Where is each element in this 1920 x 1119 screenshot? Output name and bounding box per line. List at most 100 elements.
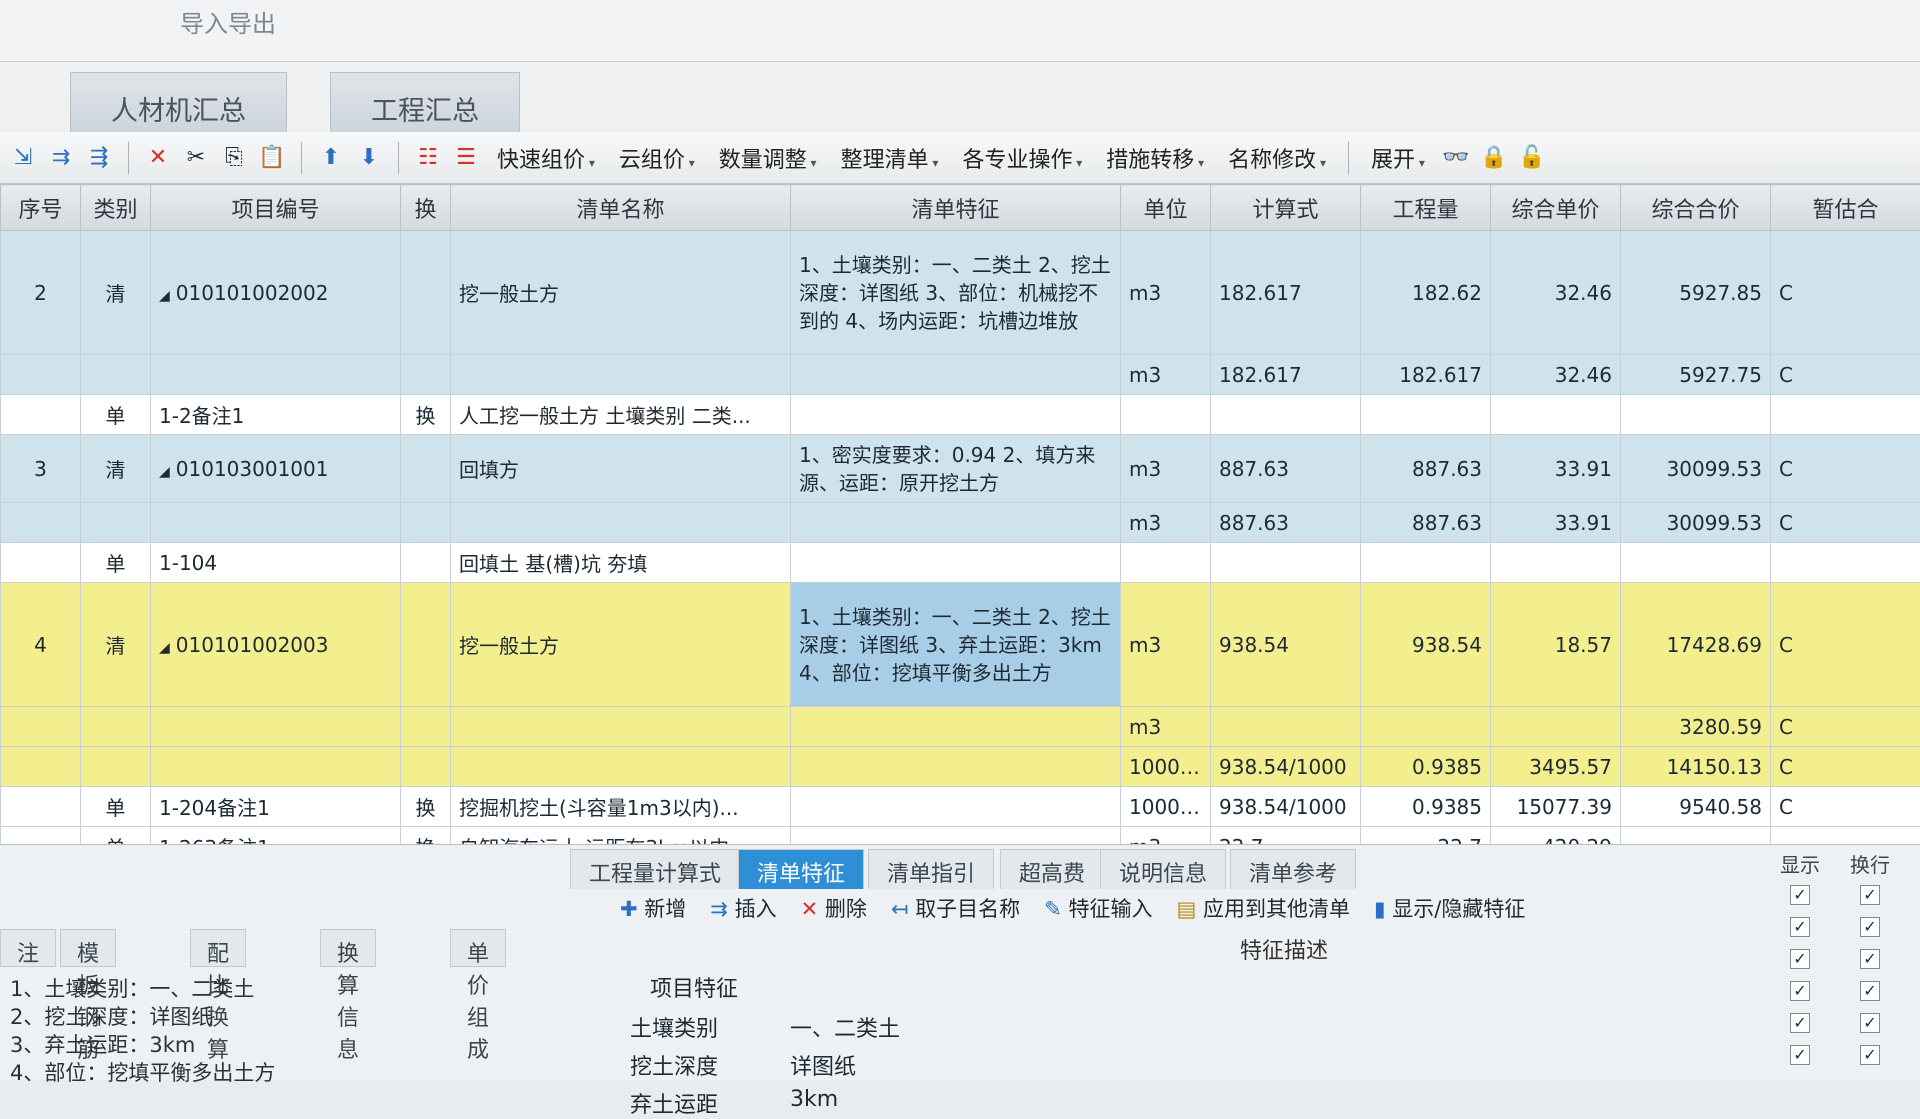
cell-seq[interactable]	[1, 543, 81, 583]
cell-quantity[interactable]	[1361, 707, 1491, 747]
tab-labor-material-summary[interactable]: 人材机汇总	[70, 72, 287, 132]
cell-unit[interactable]: m3	[1121, 707, 1211, 747]
lower-tab-unit-price[interactable]: 单价组成	[450, 929, 506, 967]
cell-replace[interactable]	[401, 583, 451, 707]
cell-item-code[interactable]	[151, 503, 401, 543]
table-row[interactable]: 2清◢010101002002挖一般土方1、土壤类别：一、二类土 2、挖土深度：…	[1, 231, 1920, 355]
cell-total-price[interactable]: 17428.69	[1621, 583, 1771, 707]
cell-unit[interactable]: m3	[1121, 503, 1211, 543]
table-row[interactable]: m33280.59C	[1, 707, 1920, 747]
cell-item-feature[interactable]	[791, 747, 1121, 787]
menu-rename[interactable]: 名称修改	[1220, 142, 1334, 174]
display-checkbox[interactable]: ✓	[1790, 981, 1810, 1001]
cell-provisional[interactable]	[1771, 395, 1920, 435]
feature-input-button[interactable]: ✎ 特征输入	[1044, 893, 1152, 923]
cell-seq[interactable]	[1, 395, 81, 435]
cell-seq[interactable]: 3	[1, 435, 81, 503]
cell-quantity[interactable]	[1361, 395, 1491, 435]
cell-quantity[interactable]: 182.617	[1361, 355, 1491, 395]
feature-row-value[interactable]: 一、二类土	[790, 1011, 900, 1043]
cell-replace[interactable]	[401, 543, 451, 583]
lock-icon[interactable]: 🔒	[1479, 143, 1509, 173]
cell-unit[interactable]: m3	[1121, 583, 1211, 707]
lower-tab-mix[interactable]: 配比换算	[190, 929, 246, 967]
cell-provisional[interactable]	[1771, 827, 1920, 845]
cell-formula[interactable]: 887.63	[1211, 503, 1361, 543]
cell-seq[interactable]	[1, 355, 81, 395]
cell-quantity[interactable]: 0.9385	[1361, 747, 1491, 787]
wrap-checkbox[interactable]: ✓	[1860, 1045, 1880, 1065]
lower-tab-formwork[interactable]: 模板钢筋	[60, 929, 116, 967]
cell-unit[interactable]: m3	[1121, 355, 1211, 395]
col-item-name[interactable]: 清单名称	[451, 185, 791, 231]
cell-unit-price[interactable]: 33.91	[1491, 435, 1621, 503]
cell-item-code[interactable]: ◢010101002003	[151, 583, 401, 707]
cell-formula[interactable]: 22.7	[1211, 827, 1361, 845]
col-formula[interactable]: 计算式	[1211, 185, 1361, 231]
collapse-triangle-icon[interactable]: ◢	[159, 288, 170, 304]
cell-unit-price[interactable]: 420.29	[1491, 827, 1621, 845]
move-down-icon[interactable]: ⬇	[354, 143, 384, 173]
cell-unit[interactable]	[1121, 395, 1211, 435]
cell-provisional[interactable]: C	[1771, 355, 1920, 395]
table-row[interactable]: 单1-2备注1换人工挖一般土方 土壤类别 二类...	[1, 395, 1920, 435]
table-row[interactable]: 3清◢010103001001回填方1、密实度要求：0.94 2、填方来源、运距…	[1, 435, 1920, 503]
cell-quantity[interactable]: 938.54	[1361, 583, 1491, 707]
display-checkbox[interactable]: ✓	[1790, 1045, 1810, 1065]
cell-unit-price[interactable]	[1491, 543, 1621, 583]
cell-item-feature[interactable]	[791, 395, 1121, 435]
cell-item-code[interactable]: ◢010101002002	[151, 231, 401, 355]
cell-item-feature[interactable]	[791, 827, 1121, 845]
cell-item-feature[interactable]: 1、土壤类别：一、二类土 2、挖土深度：详图纸 3、部位：机械挖不到的 4、场内…	[791, 231, 1121, 355]
cell-replace[interactable]: 换	[401, 395, 451, 435]
cell-unit-price[interactable]	[1491, 395, 1621, 435]
cell-total-price[interactable]: 30099.53	[1621, 435, 1771, 503]
cell-item-name[interactable]: 自卸汽车运土 运距在3km以内	[451, 827, 791, 845]
table-row[interactable]: 单1-263备注1换自卸汽车运土 运距在3km以内m322.722.7420.2…	[1, 827, 1920, 845]
cell-formula[interactable]	[1211, 395, 1361, 435]
cell-seq[interactable]	[1, 707, 81, 747]
cell-item-feature[interactable]: 1、土壤类别：一、二类土 2、挖土深度：详图纸 3、弃土运距：3km 4、部位：…	[791, 583, 1121, 707]
menu-quick-pricing[interactable]: 快速组价	[489, 142, 603, 174]
menu-organize-list[interactable]: 整理清单	[833, 142, 947, 174]
collapse-triangle-icon[interactable]: ◢	[159, 640, 170, 656]
tab-over-height[interactable]: 超高费	[1000, 849, 1104, 889]
cell-category[interactable]: 单	[81, 395, 151, 435]
lower-tab-note[interactable]: 注	[0, 929, 56, 967]
cell-unit[interactable]: m3	[1121, 827, 1211, 845]
col-category[interactable]: 类别	[81, 185, 151, 231]
cell-item-feature[interactable]	[791, 503, 1121, 543]
collapse-triangle-icon[interactable]: ◢	[159, 464, 170, 480]
wrap-checkbox[interactable]: ✓	[1860, 981, 1880, 1001]
cell-seq[interactable]	[1, 503, 81, 543]
cell-item-name[interactable]: 回填方	[451, 435, 791, 503]
cell-total-price[interactable]: 30099.53	[1621, 503, 1771, 543]
cell-quantity[interactable]: 887.63	[1361, 503, 1491, 543]
cell-unit-price[interactable]: 33.91	[1491, 503, 1621, 543]
cell-provisional[interactable]: C	[1771, 747, 1920, 787]
cell-unit[interactable]	[1121, 543, 1211, 583]
cell-category[interactable]	[81, 707, 151, 747]
cell-unit-price[interactable]: 32.46	[1491, 231, 1621, 355]
tab-item-reference[interactable]: 清单参考	[1230, 849, 1356, 889]
cell-formula[interactable]: 938.54/1000	[1211, 747, 1361, 787]
col-unit[interactable]: 单位	[1121, 185, 1211, 231]
cell-unit-price[interactable]	[1491, 707, 1621, 747]
cell-unit-price[interactable]: 18.57	[1491, 583, 1621, 707]
cell-replace[interactable]	[401, 231, 451, 355]
cell-formula[interactable]	[1211, 707, 1361, 747]
cell-item-feature[interactable]	[791, 707, 1121, 747]
cell-provisional[interactable]: C	[1771, 435, 1920, 503]
cell-category[interactable]	[81, 503, 151, 543]
display-checkbox[interactable]: ✓	[1790, 917, 1810, 937]
apply-to-other-button[interactable]: ▤ 应用到其他清单	[1176, 893, 1350, 923]
paste-icon[interactable]: 📋	[257, 143, 287, 173]
lower-tab-conversion[interactable]: 换算信息	[320, 929, 376, 967]
cell-formula[interactable]	[1211, 543, 1361, 583]
cell-item-code[interactable]: ◢010103001001	[151, 435, 401, 503]
cell-unit[interactable]: m3	[1121, 435, 1211, 503]
cell-category[interactable]: 清	[81, 231, 151, 355]
cut-icon[interactable]: ✂	[181, 143, 211, 173]
cell-item-code[interactable]	[151, 355, 401, 395]
tab-description[interactable]: 说明信息	[1100, 849, 1226, 889]
